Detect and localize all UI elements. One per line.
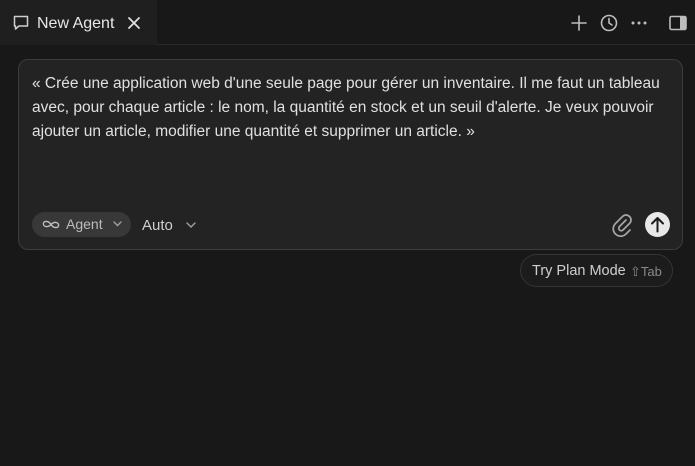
try-plan-mode-button[interactable]: Try Plan Mode ⇧Tab [520, 254, 673, 287]
arrow-up-icon [651, 217, 664, 233]
plan-mode-label: Try Plan Mode [532, 263, 626, 279]
mode-label: Agent [66, 216, 103, 232]
paperclip-icon[interactable] [611, 213, 633, 237]
mode-selector[interactable]: Agent [32, 212, 131, 237]
close-icon[interactable] [126, 15, 142, 31]
send-button[interactable] [645, 212, 670, 237]
model-selector[interactable]: Auto [142, 215, 202, 237]
plus-icon[interactable] [569, 13, 589, 33]
infinity-icon [42, 220, 60, 229]
chevron-down-icon [186, 222, 196, 228]
model-label: Auto [142, 217, 173, 234]
prompt-input[interactable]: « Crée une application web d'une seule p… [32, 72, 672, 202]
tab-bar: New Agent [0, 0, 695, 45]
chevron-down-icon [113, 221, 122, 227]
clock-icon[interactable] [599, 13, 619, 33]
chat-bubble-icon [13, 15, 29, 30]
ellipsis-icon[interactable] [629, 13, 649, 33]
composer: « Crée une application web d'une seule p… [18, 59, 683, 250]
plan-mode-shortcut: ⇧Tab [630, 264, 662, 279]
tab-title: New Agent [37, 15, 115, 32]
sidebar-toggle-icon[interactable] [668, 13, 688, 33]
tab-new-agent[interactable]: New Agent [0, 0, 157, 45]
